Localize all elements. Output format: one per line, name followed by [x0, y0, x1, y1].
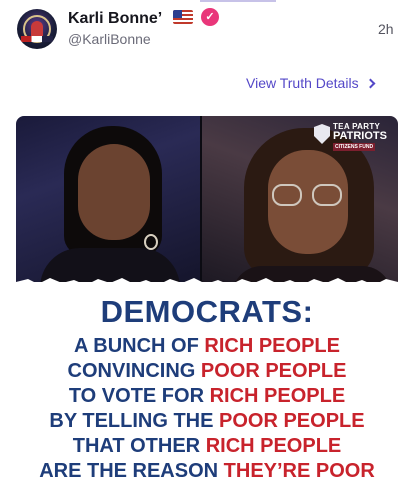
meme-line: BY TELLING THE POOR PEOPLE: [49, 410, 365, 432]
meme-line: ARE THE REASON THEY’RE POOR: [39, 460, 375, 482]
verified-badge-icon: ✓: [201, 8, 219, 26]
view-details-label: View Truth Details: [246, 75, 359, 91]
meme-line: TO VOTE FOR RICH PEOPLE: [68, 385, 346, 407]
left-person-earring: [144, 234, 158, 250]
photo-left: [16, 116, 200, 298]
meme-text-lines: A BUNCH OF RICH PEOPLE CONVINCING POOR P…: [16, 334, 398, 484]
us-flag-icon: [173, 10, 193, 24]
post-timestamp: 2h: [378, 21, 394, 37]
post-image[interactable]: TEA PARTY PATRIOTS CITIZENS FUND DEMOCRA…: [16, 116, 398, 490]
left-person-face: [78, 144, 150, 240]
shield-icon: [314, 124, 330, 144]
avatar[interactable]: [17, 9, 57, 49]
avatar-flag-banner: [21, 36, 53, 42]
right-person-glasses: [272, 184, 344, 206]
chevron-right-icon: [365, 78, 376, 88]
meme-headline: DEMOCRATS:: [100, 294, 314, 329]
torn-paper-edge: [16, 278, 398, 290]
logo-line-3: CITIZENS FUND: [333, 143, 376, 151]
meme-line: A BUNCH OF RICH PEOPLE: [74, 335, 340, 357]
tea-party-patriots-logo: TEA PARTY PATRIOTS CITIZENS FUND: [314, 122, 394, 152]
author-name[interactable]: Karli Bonne’: [68, 10, 162, 28]
author-handle[interactable]: @KarliBonne: [68, 31, 151, 47]
top-indicator-bar: [200, 0, 276, 2]
meme-line: THAT OTHER RICH PEOPLE: [72, 435, 342, 457]
view-details-link[interactable]: View Truth Details: [246, 75, 376, 91]
logo-line-2: PATRIOTS: [333, 130, 387, 142]
meme-line: CONVINCING POOR PEOPLE: [67, 360, 347, 382]
